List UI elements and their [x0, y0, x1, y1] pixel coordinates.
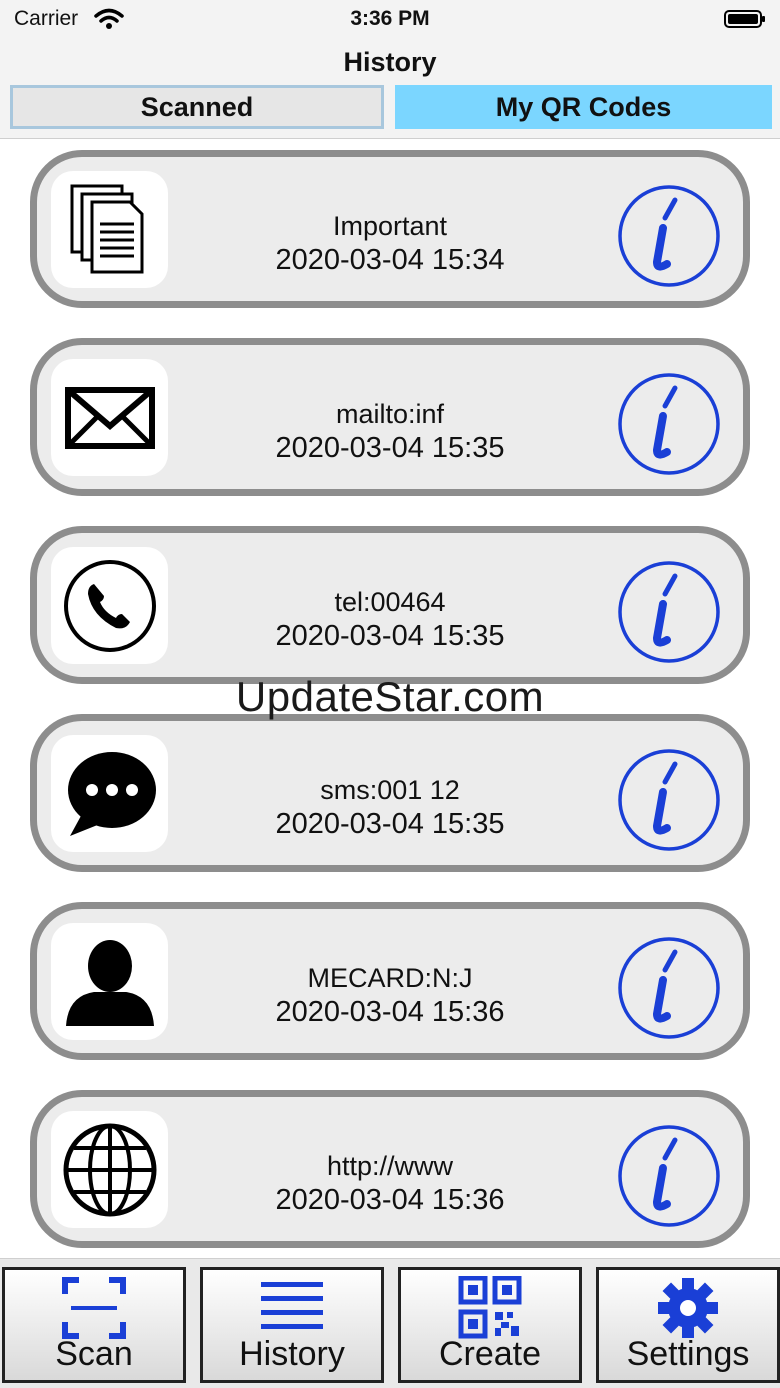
tab-label: Settings [626, 1335, 750, 1373]
info-icon[interactable] [617, 1124, 721, 1228]
item-title: MECARD:N:J [307, 963, 473, 993]
tab-settings[interactable]: Settings [596, 1267, 780, 1383]
envelope-icon [64, 386, 155, 449]
item-icon-box [51, 547, 168, 664]
watermark: UpdateStar.com [235, 673, 545, 720]
list-item[interactable]: sms:001 12 2020-03-04 15:35 [30, 714, 750, 872]
item-date: 2020-03-04 15:35 [275, 432, 505, 464]
item-date: 2020-03-04 15:36 [275, 996, 505, 1028]
info-icon[interactable] [617, 372, 721, 476]
item-date: 2020-03-04 15:36 [275, 1184, 505, 1216]
item-date: 2020-03-04 15:34 [275, 244, 505, 276]
globe-icon [63, 1123, 156, 1216]
tab-history[interactable]: History [200, 1267, 384, 1383]
item-title: mailto:inf [335, 399, 445, 429]
tab-label: History [239, 1335, 345, 1373]
item-icon-box [51, 1111, 168, 1228]
tab-scan[interactable]: Scan [2, 1267, 186, 1383]
item-text: tel:00464 2020-03-04 15:35 [187, 585, 593, 653]
info-icon[interactable] [617, 936, 721, 1040]
tab-bar: Scan History Create Settings [0, 1258, 780, 1388]
list-item[interactable]: http://www 2020-03-04 15:36 [30, 1090, 750, 1248]
item-text: MECARD:N:J 2020-03-04 15:36 [187, 961, 593, 1029]
list-item[interactable]: Important 2020-03-04 15:34 [30, 150, 750, 308]
scan-frame-icon [62, 1277, 126, 1339]
list-item[interactable]: MECARD:N:J 2020-03-04 15:36 [30, 902, 750, 1060]
item-icon-box [51, 171, 168, 288]
tab-label: Create [438, 1335, 542, 1373]
battery-icon [724, 10, 765, 28]
item-text: http://www 2020-03-04 15:36 [187, 1149, 593, 1217]
item-date: 2020-03-04 15:35 [275, 808, 505, 840]
tab-create[interactable]: Create [398, 1267, 582, 1383]
item-text: mailto:inf 2020-03-04 15:35 [187, 397, 593, 465]
segment-my-qr-codes[interactable]: My QR Codes [395, 85, 772, 129]
info-icon[interactable] [617, 184, 721, 288]
status-time: 3:36 PM [350, 7, 430, 30]
list-item[interactable]: mailto:inf 2020-03-04 15:35 [30, 338, 750, 496]
item-date: 2020-03-04 15:35 [275, 620, 505, 652]
status-bar: Carrier 3:36 PM [0, 0, 780, 40]
page-title: History [343, 47, 437, 77]
item-text: Important 2020-03-04 15:34 [187, 209, 593, 277]
person-icon [65, 939, 154, 1026]
item-title: http://www [326, 1151, 454, 1181]
item-text: sms:001 12 2020-03-04 15:35 [187, 773, 593, 841]
chat-bubble-icon [67, 751, 156, 836]
item-icon-box [51, 359, 168, 476]
qr-code-icon [458, 1276, 522, 1339]
list-item[interactable]: tel:00464 2020-03-04 15:35 [30, 526, 750, 684]
item-title: sms:001 12 [320, 775, 460, 805]
info-icon[interactable] [617, 748, 721, 852]
phone-icon [63, 559, 156, 652]
info-icon[interactable] [617, 560, 721, 664]
item-icon-box [51, 735, 168, 852]
item-icon-box [51, 923, 168, 1040]
item-title: Important [332, 211, 448, 241]
list-lines-icon [261, 1282, 323, 1329]
documents-icon [70, 184, 143, 273]
gear-icon [658, 1278, 718, 1338]
nav-bar: History Scanned My QR Codes [0, 40, 780, 139]
segment-scanned[interactable]: Scanned [10, 85, 384, 129]
item-title: tel:00464 [334, 587, 446, 617]
tab-label: Scan [55, 1335, 133, 1373]
